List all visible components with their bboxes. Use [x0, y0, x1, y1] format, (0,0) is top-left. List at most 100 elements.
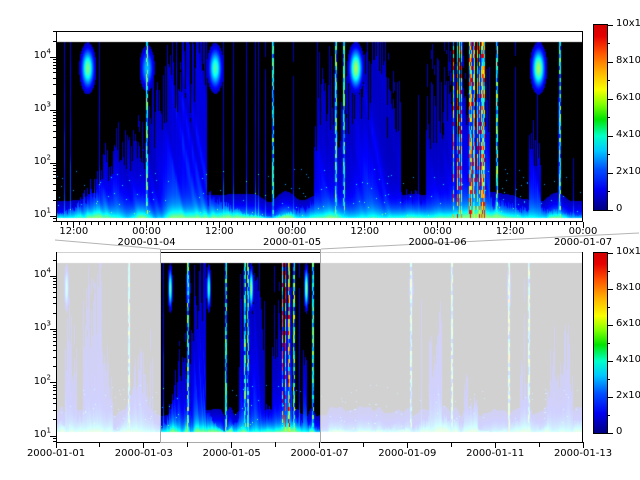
y-tick [53, 337, 56, 338]
colorbar-tick-label-base: 10x10 [616, 246, 640, 257]
x-tick [98, 222, 99, 225]
y-tick [53, 125, 56, 126]
y-tick [53, 387, 56, 388]
selection-box[interactable] [160, 249, 321, 443]
x-tick [188, 222, 189, 225]
y-tick [53, 394, 56, 395]
colorbar-tick-label: 2x107 [616, 166, 640, 177]
x-tick-label: 2000-01-05 [203, 448, 261, 459]
colorbar-tick-label: 10x107 [616, 246, 640, 257]
x-tick [522, 222, 523, 225]
colorbar-tick-label: 8x107 [616, 282, 640, 293]
x-tick [479, 222, 480, 225]
y-tick [53, 62, 56, 63]
colorbar-tick [607, 271, 610, 272]
y-tick-label-base: 10 [34, 209, 47, 220]
x-tick-date-label: 2000-01-05 [263, 237, 321, 248]
colorbar-tick-label-base: 8x10 [616, 55, 640, 66]
y-tick [53, 260, 56, 261]
x-tick [275, 442, 276, 447]
y-tick [53, 438, 56, 439]
y-tick-label: 101 [25, 429, 51, 440]
y-tick-label-exp: 2 [47, 154, 51, 162]
x-tick-label: 12:00 [59, 226, 88, 237]
colorbar-tick-label: 2x107 [616, 390, 640, 401]
x-tick [504, 222, 505, 225]
x-tick [122, 222, 123, 225]
y-tick [53, 178, 56, 179]
colorbar-tick [607, 289, 613, 290]
colorbar-tick [607, 62, 613, 63]
y-tick-label-exp: 4 [47, 267, 51, 275]
x-tick [134, 222, 135, 225]
y-tick [53, 292, 56, 293]
x-tick [401, 222, 402, 225]
colorbar-tick [607, 25, 613, 26]
x-tick [363, 442, 364, 447]
x-tick [358, 222, 359, 225]
colorbar-tick-label: 6x107 [616, 92, 640, 103]
x-tick [164, 222, 165, 225]
y-tick [53, 398, 56, 399]
y-tick [53, 403, 56, 404]
y-tick [53, 147, 56, 148]
y-tick [53, 165, 56, 166]
x-tick [451, 442, 452, 447]
x-tick [207, 222, 208, 225]
colorbar-tick [607, 361, 613, 362]
x-tick [322, 222, 323, 225]
x-tick [261, 222, 262, 225]
colorbar-tick-label: 4x107 [616, 129, 640, 140]
x-tick [116, 222, 117, 225]
colorbar-tick-label-base: 2x10 [616, 390, 640, 401]
y-tick [53, 59, 56, 60]
y-tick-label-exp: 1 [47, 427, 51, 435]
x-tick [407, 222, 408, 225]
x-tick [570, 222, 571, 225]
colorbar-context [593, 252, 608, 434]
y-tick [53, 221, 56, 222]
colorbar-tick [607, 80, 610, 81]
y-tick [53, 168, 56, 169]
x-tick-label: 12:00 [496, 226, 525, 237]
y-tick [53, 410, 56, 411]
x-tick [449, 222, 450, 225]
y-tick [53, 441, 56, 442]
colorbar-tick-label-base: 6x10 [616, 92, 640, 103]
y-tick [53, 331, 56, 332]
x-tick [170, 222, 171, 225]
x-tick [492, 222, 493, 225]
x-tick [413, 222, 414, 225]
colorbar-tick-label: 0 [616, 203, 622, 214]
y-tick [53, 121, 56, 122]
colorbar-tick [607, 99, 613, 100]
colorbar-tick [607, 43, 610, 44]
y-tick-label: 102 [25, 156, 51, 167]
x-tick [558, 222, 559, 225]
colorbar-tick [607, 325, 613, 326]
x-tick [187, 442, 188, 447]
x-tick [431, 222, 432, 225]
x-tick-label: 12:00 [205, 226, 234, 237]
y-tick-label-exp: 3 [47, 320, 51, 328]
y-tick-label-base: 10 [34, 429, 47, 440]
x-tick [201, 222, 202, 225]
y-tick-label-base: 10 [34, 322, 47, 333]
colorbar-tick [607, 253, 613, 254]
x-tick [128, 222, 129, 225]
y-tick [53, 366, 56, 367]
colorbar-tick-label: 6x107 [616, 318, 640, 329]
colorbar-tick-label: 8x107 [616, 55, 640, 66]
y-tick-label-base: 10 [34, 376, 47, 387]
x-tick-date-label: 2000-01-04 [117, 237, 175, 248]
x-tick-label: 00:00 [423, 226, 452, 237]
y-tick [53, 278, 56, 279]
colorbar-tick-label-base: 8x10 [616, 282, 640, 293]
colorbar-tick [607, 117, 610, 118]
x-tick-label: 00:00 [569, 226, 598, 237]
colorbar-tick-label-base: 6x10 [616, 318, 640, 329]
x-tick [213, 222, 214, 225]
x-tick [104, 222, 105, 225]
y-tick-label-base: 10 [34, 269, 47, 280]
colorbar-tick-label-base: 4x10 [616, 354, 640, 365]
